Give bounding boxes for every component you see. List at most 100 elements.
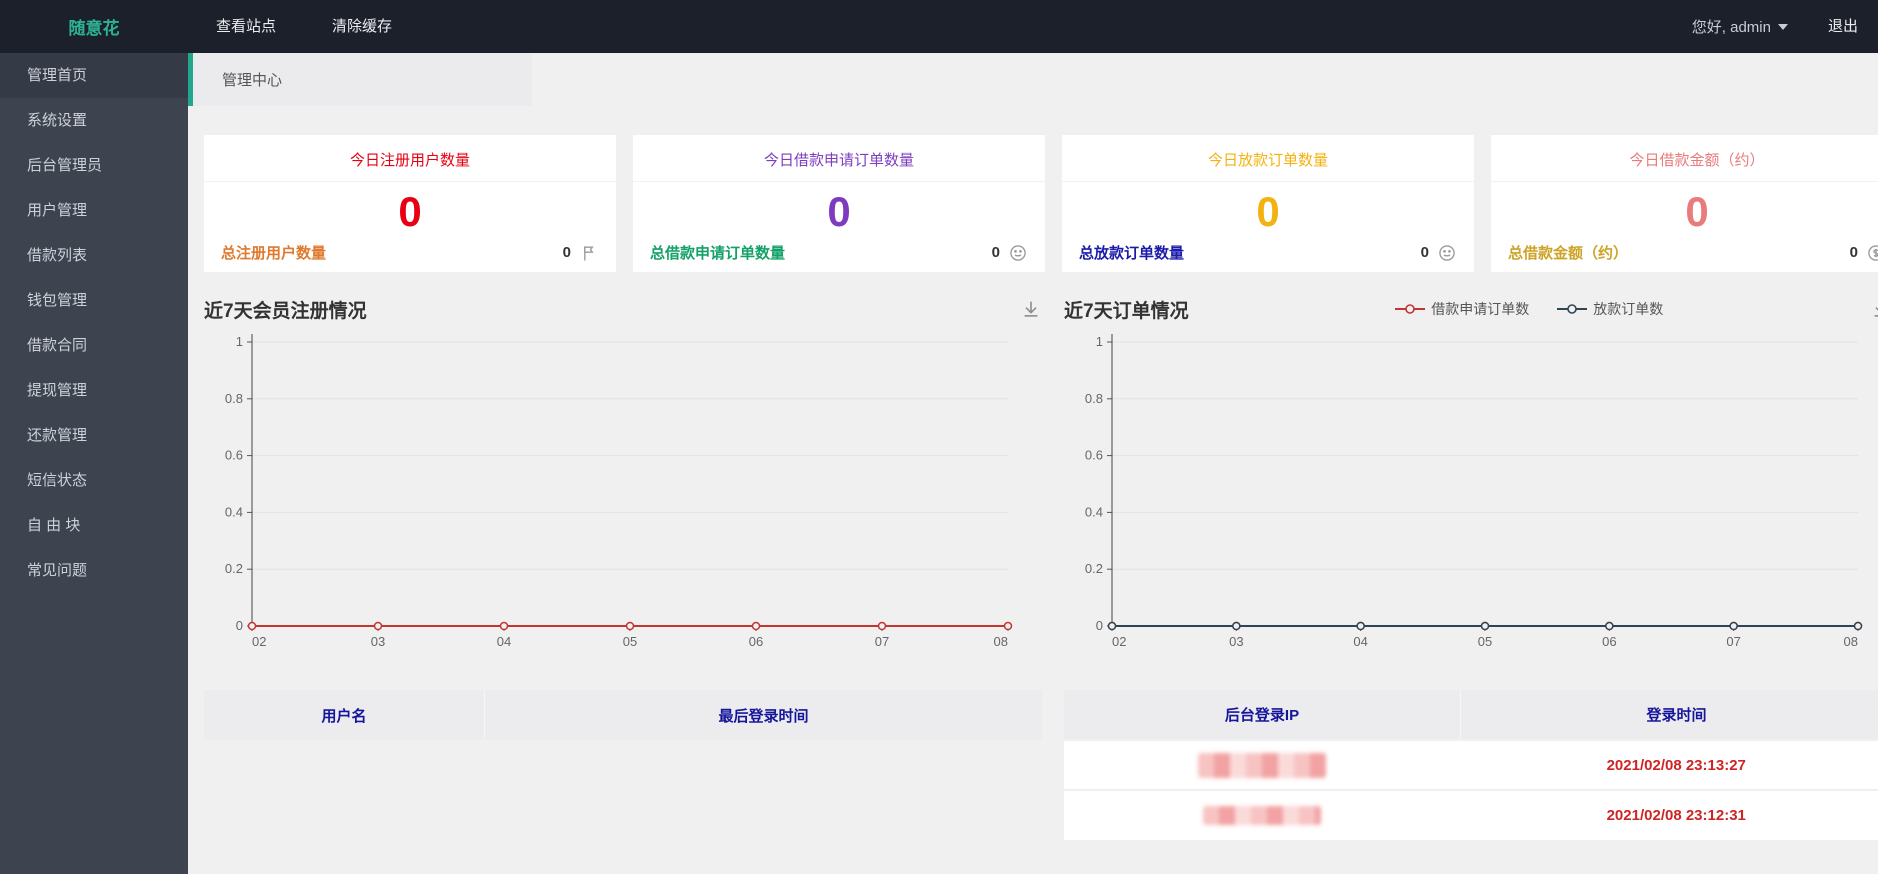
- sidebar-item-admin-home[interactable]: 管理首页: [0, 53, 188, 98]
- card-footer-label: 总注册用户数量: [221, 245, 327, 262]
- svg-text:0.6: 0.6: [225, 448, 243, 463]
- svg-text:07: 07: [875, 634, 889, 649]
- card-today-loan-applications: 今日借款申请订单数量 0 总借款申请订单数量 0: [633, 135, 1045, 272]
- admin-login-table: 后台登录IP 登录时间 2021/02/08 23:13:27 2021/02/…: [1064, 690, 1878, 840]
- tables-row: 用户名 最后登录时间 后台登录IP 登录时间 2021/02/08 23:13:…: [204, 690, 1878, 840]
- card-footer: 总借款金额（约） 0: [1491, 242, 1878, 276]
- dollar-icon: [1868, 244, 1878, 261]
- sidebar-item-system-settings[interactable]: 系统设置: [0, 98, 188, 143]
- charts-row: 近7天会员注册情况 0 0.2 0.4 0.6 0.8 1 02 03 04 05 06 07 08 近…: [204, 292, 1878, 666]
- legend-line-marker-icon: [1395, 304, 1426, 314]
- sidebar-item-faq[interactable]: 常见问题: [0, 548, 188, 593]
- sidebar-item-backend-admins[interactable]: 后台管理员: [0, 143, 188, 188]
- card-footer: 总放款订单数量 0: [1062, 242, 1474, 276]
- smiley-icon: [1010, 244, 1026, 261]
- card-title: 今日借款申请订单数量: [633, 135, 1045, 182]
- svg-text:06: 06: [749, 634, 763, 649]
- svg-text:03: 03: [1229, 634, 1243, 649]
- card-footer-label: 总借款金额（约）: [1508, 245, 1629, 262]
- svg-text:04: 04: [497, 634, 511, 649]
- tab-bar: 管理中心: [188, 53, 1878, 106]
- time-cell: 2021/02/08 23:12:31: [1460, 789, 1878, 840]
- card-footer-value: 0: [1849, 244, 1858, 261]
- flag-icon: [584, 245, 594, 260]
- svg-text:02: 02: [252, 634, 266, 649]
- chart-header: 近7天会员注册情况: [204, 292, 1042, 326]
- clear-cache-link[interactable]: 清除缓存: [304, 0, 420, 53]
- legend-label: 放款订单数: [1593, 301, 1664, 317]
- card-footer-value: 0: [562, 244, 571, 261]
- card-value: 0: [827, 188, 851, 235]
- card-footer: 总借款申请订单数量 0: [633, 242, 1045, 276]
- svg-text:0: 0: [1096, 618, 1103, 633]
- sidebar-nav: 管理首页 系统设置 后台管理员 用户管理 借款列表 钱包管理 借款合同 提现管理…: [0, 53, 188, 874]
- card-value: 0: [1256, 188, 1280, 235]
- sidebar-item-withdraw-management[interactable]: 提现管理: [0, 368, 188, 413]
- chart-header: 近7天订单情况 借款申请订单数 放款订单数: [1064, 292, 1878, 326]
- legend-label: 借款申请订单数: [1431, 301, 1530, 317]
- logout-button[interactable]: 退出: [1802, 0, 1878, 53]
- svg-text:04: 04: [1353, 634, 1367, 649]
- line-chart-orders: 0 0.2 0.4 0.6 0.8 1 02 03 04 05 06 07 08: [1085, 334, 1863, 649]
- svg-text:02: 02: [1112, 634, 1126, 649]
- svg-text:1: 1: [1096, 334, 1103, 349]
- svg-text:0.8: 0.8: [1085, 391, 1103, 406]
- svg-text:1: 1: [236, 334, 243, 349]
- user-menu[interactable]: 您好, admin: [1692, 16, 1788, 37]
- column-header-login-time[interactable]: 登录时间: [1460, 690, 1878, 740]
- legend-item-disbursed-orders[interactable]: 放款订单数: [1557, 299, 1663, 319]
- top-navbar: 随意花 查看站点 清除缓存 您好, admin 退出: [0, 0, 1878, 53]
- svg-text:0.2: 0.2: [1085, 561, 1103, 576]
- card-footer-value: 0: [1420, 244, 1429, 261]
- svg-text:07: 07: [1726, 634, 1740, 649]
- view-site-link[interactable]: 查看站点: [188, 0, 304, 53]
- svg-text:0.4: 0.4: [1085, 504, 1103, 519]
- sidebar-item-sms-status[interactable]: 短信状态: [0, 458, 188, 503]
- card-footer-value: 0: [991, 244, 1000, 261]
- chart-panel-orders: 近7天订单情况 借款申请订单数 放款订单数 0 0.2 0.4 0.6 0.8 …: [1064, 292, 1878, 666]
- chart-panel-registrations: 近7天会员注册情况 0 0.2 0.4 0.6 0.8 1 02 03 04 05 06 07 08: [204, 292, 1042, 666]
- card-title: 今日注册用户数量: [204, 135, 616, 182]
- svg-text:0.6: 0.6: [1085, 448, 1103, 463]
- sidebar-item-free-block[interactable]: 自 由 块: [0, 503, 188, 548]
- download-icon[interactable]: [1870, 298, 1878, 320]
- content-area: 今日注册用户数量 0 总注册用户数量 0 今日借款申请订单数量 0 总借款申请订…: [188, 106, 1878, 840]
- redacted-ip: [1198, 752, 1327, 778]
- redacted-ip: [1203, 806, 1322, 825]
- column-header-admin-login-ip[interactable]: 后台登录IP: [1064, 690, 1461, 740]
- svg-text:05: 05: [1478, 634, 1492, 649]
- table-row[interactable]: 2021/02/08 23:13:27: [1064, 739, 1878, 790]
- svg-text:0.8: 0.8: [225, 391, 243, 406]
- ip-cell: [1064, 789, 1461, 840]
- stat-cards-row: 今日注册用户数量 0 总注册用户数量 0 今日借款申请订单数量 0 总借款申请订…: [204, 135, 1878, 272]
- sidebar-item-user-management[interactable]: 用户管理: [0, 188, 188, 233]
- ip-cell: [1064, 739, 1461, 790]
- column-header-last-login-time[interactable]: 最后登录时间: [483, 690, 1042, 740]
- legend-item-loan-applications[interactable]: 借款申请订单数: [1395, 299, 1529, 319]
- svg-text:05: 05: [623, 634, 637, 649]
- svg-text:08: 08: [994, 634, 1008, 649]
- sidebar-item-wallet-management[interactable]: 钱包管理: [0, 278, 188, 323]
- column-header-username[interactable]: 用户名: [204, 690, 485, 740]
- card-footer-label: 总放款订单数量: [1079, 245, 1185, 262]
- sidebar-item-loan-contract[interactable]: 借款合同: [0, 323, 188, 368]
- page-layout: 管理首页 系统设置 后台管理员 用户管理 借款列表 钱包管理 借款合同 提现管理…: [0, 53, 1878, 874]
- chart-title: 近7天订单情况: [1064, 300, 1189, 322]
- svg-text:0: 0: [236, 618, 243, 633]
- smiley-icon: [1439, 244, 1455, 261]
- card-value: 0: [398, 188, 422, 235]
- card-title: 今日借款金额（约）: [1491, 135, 1878, 182]
- card-value: 0: [1685, 188, 1709, 235]
- tab-admin-center[interactable]: 管理中心: [188, 53, 533, 106]
- svg-text:0.2: 0.2: [225, 561, 243, 576]
- sidebar-item-loan-list[interactable]: 借款列表: [0, 233, 188, 278]
- chevron-down-icon: [1777, 23, 1788, 30]
- card-today-loan-amount: 今日借款金额（约） 0 总借款金额（约） 0: [1491, 135, 1878, 272]
- legend-line-marker-icon: [1557, 304, 1588, 314]
- time-cell: 2021/02/08 23:13:27: [1460, 739, 1878, 790]
- sidebar-item-repayment-management[interactable]: 还款管理: [0, 413, 188, 458]
- card-today-disbursed-orders: 今日放款订单数量 0 总放款订单数量 0: [1062, 135, 1474, 272]
- table-row[interactable]: 2021/02/08 23:12:31: [1064, 789, 1878, 840]
- app-logo[interactable]: 随意花: [0, 14, 188, 39]
- download-icon[interactable]: [1020, 298, 1042, 320]
